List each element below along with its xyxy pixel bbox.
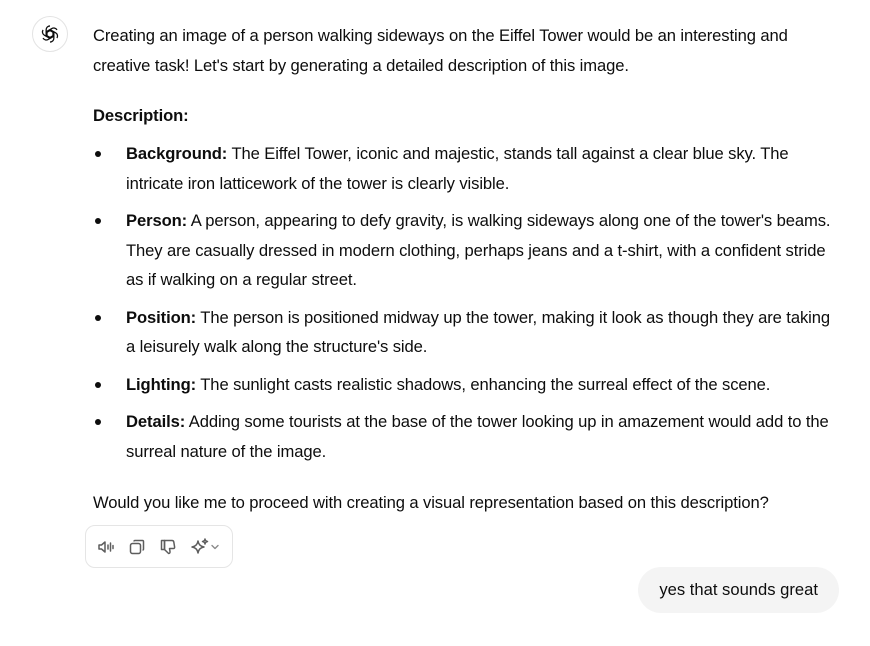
chevron-down-icon [211, 544, 219, 549]
read-aloud-icon [98, 540, 114, 553]
bullet-icon [95, 381, 101, 388]
thumbs-down-button[interactable] [157, 536, 179, 558]
item-text: Adding some tourists at the base of the … [126, 412, 829, 461]
assistant-intro: Creating an image of a person walking si… [93, 26, 788, 75]
user-message-bubble: yes that sounds great [638, 567, 839, 613]
thumbs-down-icon [160, 539, 176, 554]
list-item: Lighting: The sunlight casts realistic s… [93, 370, 841, 400]
bullet-icon [95, 419, 101, 425]
list-item: Background: The Eiffel Tower, iconic and… [93, 139, 841, 198]
item-text: A person, appearing to defy gravity, is … [126, 211, 831, 289]
item-label: Position: [126, 307, 197, 327]
regenerate-sparkle-icon [191, 537, 209, 554]
assistant-avatar [32, 16, 68, 52]
bullet-icon [95, 218, 101, 224]
description-list: Background: The Eiffel Tower, iconic and… [93, 139, 841, 466]
item-label: Background: [126, 144, 228, 163]
list-item: Person: A person, appearing to defy grav… [93, 206, 841, 295]
item-label: Person: [126, 211, 188, 230]
copy-icon [129, 539, 145, 554]
item-text: The sunlight casts realistic shadows, en… [196, 374, 771, 394]
regenerate-button[interactable] [188, 536, 222, 558]
item-label: Lighting: [126, 374, 197, 394]
user-message-text: yes that sounds great [659, 580, 818, 599]
assistant-message: Creating an image of a person walking si… [93, 21, 841, 518]
list-item: Details: Adding some tourists at the bas… [93, 407, 841, 466]
assistant-closing: Would you like me to proceed with creati… [93, 493, 769, 512]
openai-logo-icon [40, 25, 60, 43]
read-aloud-button[interactable] [95, 536, 117, 558]
bullet-icon [95, 314, 101, 321]
message-actions-toolbar [85, 525, 233, 568]
list-item: Position: The person is positioned midwa… [93, 303, 841, 362]
bullet-icon [95, 151, 101, 157]
description-heading: Description: [93, 106, 189, 125]
copy-button[interactable] [126, 536, 148, 558]
item-text: The person is positioned midway up the t… [126, 307, 830, 357]
item-label: Details: [126, 412, 186, 431]
